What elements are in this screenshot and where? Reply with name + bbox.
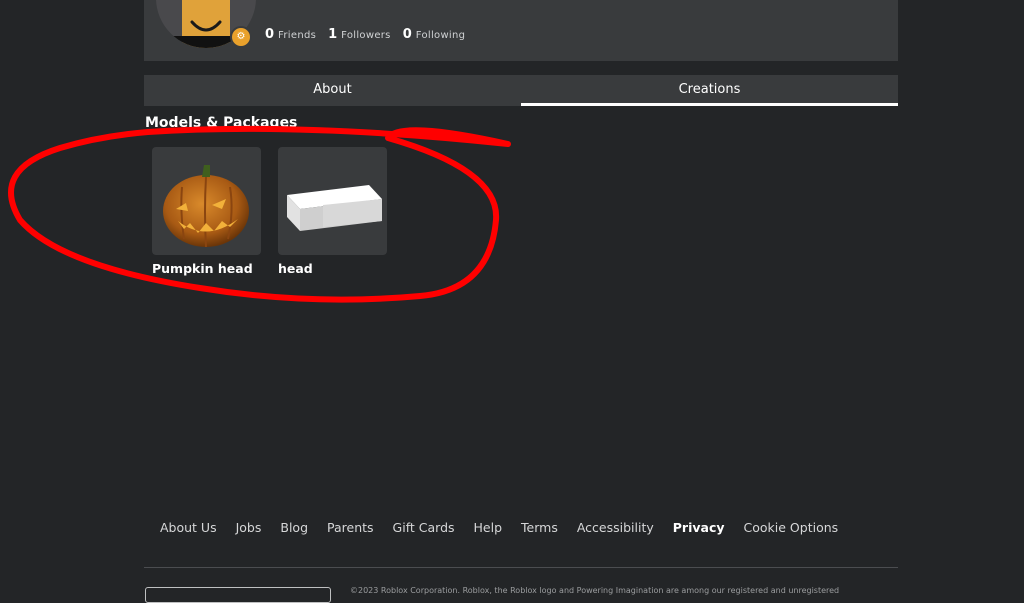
stat-following[interactable]: 0 Following xyxy=(403,27,466,42)
item-card[interactable]: head xyxy=(278,147,388,276)
footer-link-gift-cards[interactable]: Gift Cards xyxy=(393,520,455,535)
footer-link-about-us[interactable]: About Us xyxy=(160,520,217,535)
item-name[interactable]: head xyxy=(278,261,388,276)
followers-label: Followers xyxy=(341,30,391,41)
section-title: Models & Packages xyxy=(145,115,298,131)
pumpkin-head-icon xyxy=(163,165,249,248)
stat-followers[interactable]: 1 Followers xyxy=(328,27,391,42)
item-card[interactable]: Pumpkin head xyxy=(152,147,262,276)
footer-link-terms[interactable]: Terms xyxy=(521,520,558,535)
friends-count: 0 xyxy=(265,27,275,42)
profile-tabs: About Creations xyxy=(144,75,898,106)
footer-link-accessibility[interactable]: Accessibility xyxy=(577,520,654,535)
profile-header: ⚙ 0 Friends 1 Followers 0 Following xyxy=(144,0,898,61)
profile-stats: 0 Friends 1 Followers 0 Following xyxy=(265,27,465,42)
footer-link-jobs[interactable]: Jobs xyxy=(236,520,262,535)
white-block-icon xyxy=(287,185,382,231)
friends-label: Friends xyxy=(278,30,317,41)
stat-friends[interactable]: 0 Friends xyxy=(265,27,316,42)
footer-link-parents[interactable]: Parents xyxy=(327,520,374,535)
copyright-text: ©2023 Roblox Corporation. Roblox, the Ro… xyxy=(350,586,840,595)
footer-link-blog[interactable]: Blog xyxy=(280,520,308,535)
language-select[interactable] xyxy=(145,587,331,603)
footer-link-cookie-options[interactable]: Cookie Options xyxy=(744,520,839,535)
following-label: Following xyxy=(415,30,466,41)
footer-links: About Us Jobs Blog Parents Gift Cards He… xyxy=(160,520,838,535)
item-thumbnail[interactable] xyxy=(152,147,261,255)
premium-badge-icon: ⚙ xyxy=(230,26,252,48)
footer-link-help[interactable]: Help xyxy=(474,520,503,535)
followers-count: 1 xyxy=(328,27,338,42)
tab-creations[interactable]: Creations xyxy=(521,75,898,106)
tab-about[interactable]: About xyxy=(144,75,521,106)
footer-link-privacy[interactable]: Privacy xyxy=(673,520,725,535)
item-name[interactable]: Pumpkin head xyxy=(152,261,262,276)
footer-divider xyxy=(144,567,898,568)
following-count: 0 xyxy=(402,27,412,42)
item-thumbnail[interactable] xyxy=(278,147,387,255)
